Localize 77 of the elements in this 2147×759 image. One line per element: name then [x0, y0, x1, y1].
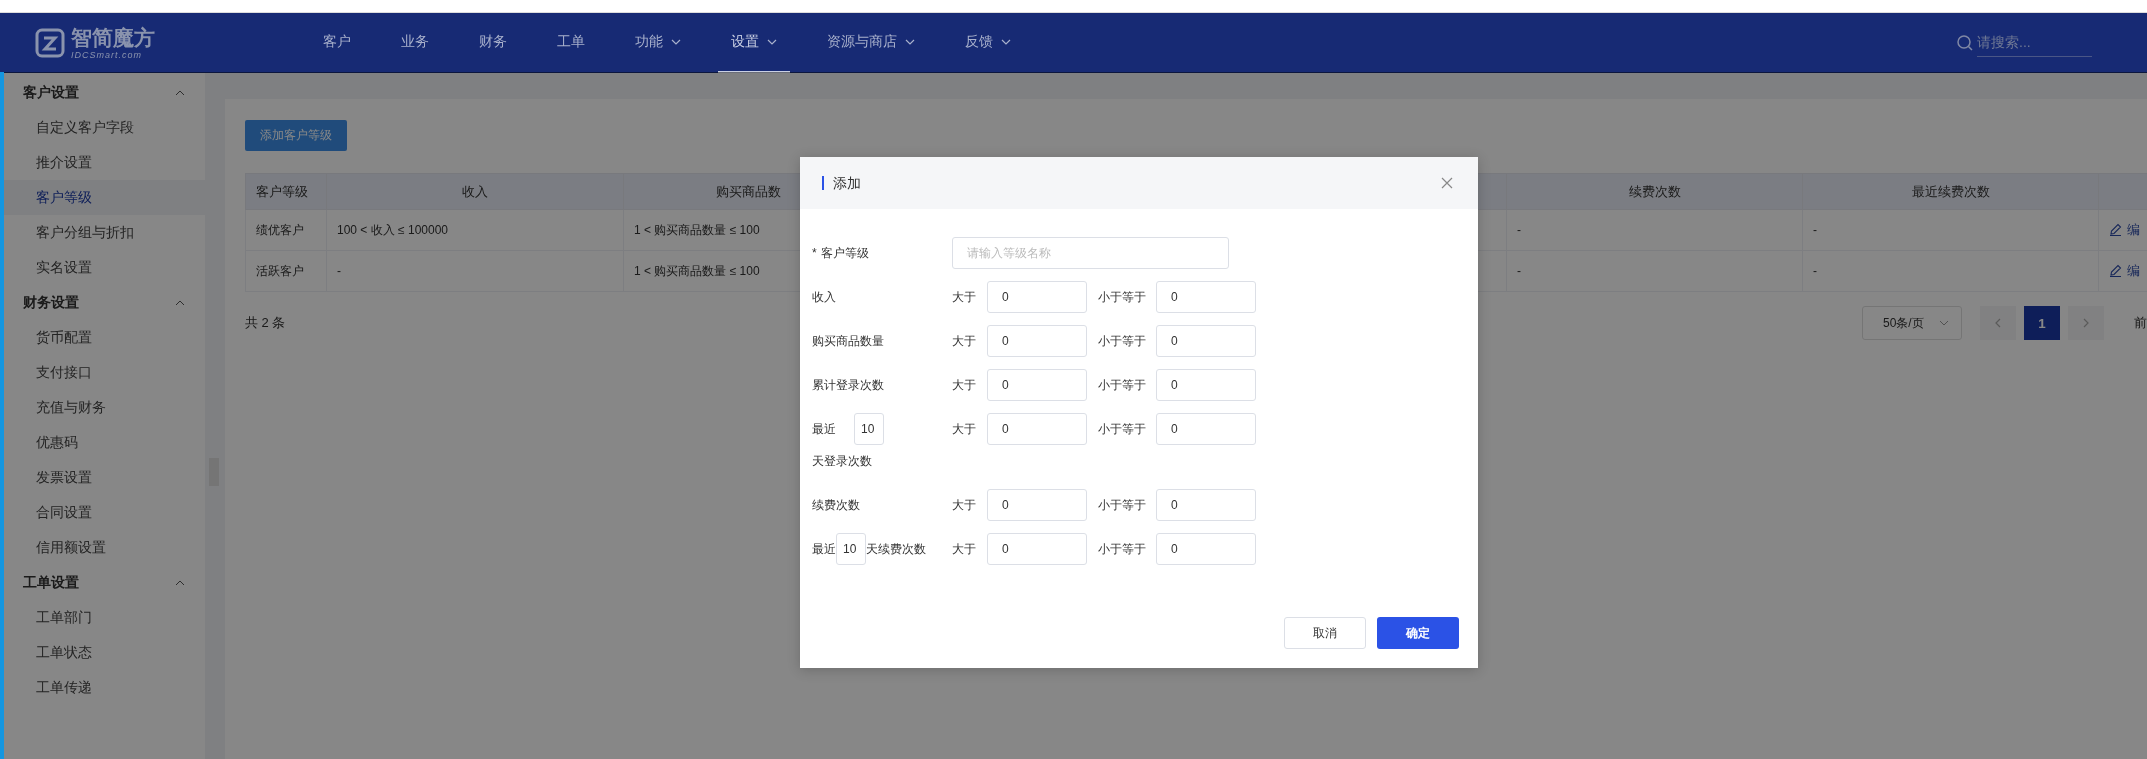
- nav-menu-item[interactable]: 业务: [388, 13, 442, 73]
- nav-menu-item[interactable]: 设置: [718, 13, 790, 73]
- field-label: 累计登录次数: [812, 376, 884, 394]
- operator-label: 小于等于: [1098, 289, 1147, 306]
- sidebar-group-title: 客户设置: [23, 83, 79, 102]
- max-value-field[interactable]: 0: [1156, 413, 1256, 445]
- next-page-button[interactable]: [2068, 306, 2104, 340]
- operator-label: 小于等于: [1098, 377, 1147, 394]
- close-icon[interactable]: [1441, 177, 1453, 189]
- page-size-select[interactable]: 50条/页: [1862, 306, 1962, 340]
- nav-menu-item[interactable]: 功能: [622, 13, 694, 73]
- search-icon: [1957, 35, 1973, 51]
- max-value-field[interactable]: 0: [1156, 325, 1256, 357]
- operator-label: 小于等于: [1098, 497, 1147, 514]
- nav-menu-item[interactable]: 工单: [544, 13, 598, 73]
- pencil-icon: [2109, 264, 2122, 278]
- days-field[interactable]: 10: [836, 533, 866, 565]
- operator-label: 大于: [952, 377, 977, 394]
- field-label: 续费次数: [812, 496, 860, 514]
- operator-label: 大于: [952, 333, 977, 350]
- chevron-right-icon: [2083, 318, 2089, 328]
- table-cell: 活跃客户: [245, 250, 327, 292]
- min-value-field[interactable]: 0: [987, 489, 1087, 521]
- jump-label: 前: [2134, 314, 2147, 332]
- min-value-field[interactable]: 0: [987, 281, 1087, 313]
- total-count: 共 2 条: [245, 314, 286, 332]
- days-field[interactable]: 10: [854, 413, 884, 445]
- table-cell: -: [1506, 209, 1803, 251]
- operator-label: 大于: [952, 497, 977, 514]
- operator-label: 小于等于: [1098, 333, 1147, 350]
- operator-label: 小于等于: [1098, 541, 1147, 558]
- nav-menu-item[interactable]: 反馈: [952, 13, 1024, 73]
- operator-label: 小于等于: [1098, 421, 1147, 438]
- max-value-field[interactable]: 0: [1156, 489, 1256, 521]
- column-header: 客户等级: [245, 173, 327, 210]
- logo-title: 智简魔方: [71, 26, 155, 48]
- table-cell: -: [1802, 250, 2099, 292]
- min-value-field[interactable]: 0: [987, 369, 1087, 401]
- dialog-title: 添加: [822, 176, 861, 190]
- page-button[interactable]: 1: [2024, 306, 2060, 340]
- confirm-button[interactable]: 确定: [1377, 617, 1459, 649]
- operator-label: 大于: [952, 289, 977, 306]
- operator-label: 大于: [952, 541, 977, 558]
- nav-menu-item[interactable]: 资源与商店: [814, 13, 928, 73]
- level-name-field[interactable]: 请输入等级名称: [952, 237, 1229, 269]
- max-value-field[interactable]: 0: [1156, 533, 1256, 565]
- table-cell: -: [326, 250, 624, 292]
- min-value-field[interactable]: 0: [987, 413, 1087, 445]
- search-field[interactable]: 请搜索...: [1977, 29, 2092, 57]
- field-label: 最近: [812, 540, 836, 558]
- sidebar-group-title: 财务设置: [23, 293, 79, 312]
- pencil-icon: [2109, 223, 2122, 237]
- field-label: 最近: [812, 421, 836, 438]
- table-cell: 绩优客户: [245, 209, 327, 251]
- column-header: 最近续费次数: [1802, 173, 2099, 210]
- table-cell: 100 < 收入 ≤ 100000: [326, 209, 624, 251]
- cancel-button[interactable]: 取消: [1284, 617, 1366, 649]
- sidebar-group-title: 工单设置: [23, 573, 79, 592]
- column-header: 续费次数: [1506, 173, 1803, 210]
- table-cell: -: [1802, 209, 2099, 251]
- chevron-left-icon: [1995, 318, 2001, 328]
- field-label: 购买商品数量: [812, 332, 884, 350]
- operator-label: 大于: [952, 421, 977, 438]
- logo-subtitle: IDCSmart.com: [71, 50, 143, 60]
- max-value-field[interactable]: 0: [1156, 281, 1256, 313]
- caret-icon: [1939, 320, 1949, 326]
- field-label: 天续费次数: [866, 540, 926, 558]
- min-value-field[interactable]: 0: [987, 533, 1087, 565]
- nav-menu-item[interactable]: 客户: [310, 13, 364, 73]
- max-value-field[interactable]: 0: [1156, 369, 1256, 401]
- column-header: 收入: [326, 173, 624, 210]
- field-label: 天登录次数: [812, 453, 872, 470]
- previous-page-button[interactable]: [1980, 306, 2016, 340]
- nav-menu-item[interactable]: 财务: [466, 13, 520, 73]
- table-cell: -: [1506, 250, 1803, 292]
- logo-icon: [35, 28, 65, 58]
- min-value-field[interactable]: 0: [987, 325, 1087, 357]
